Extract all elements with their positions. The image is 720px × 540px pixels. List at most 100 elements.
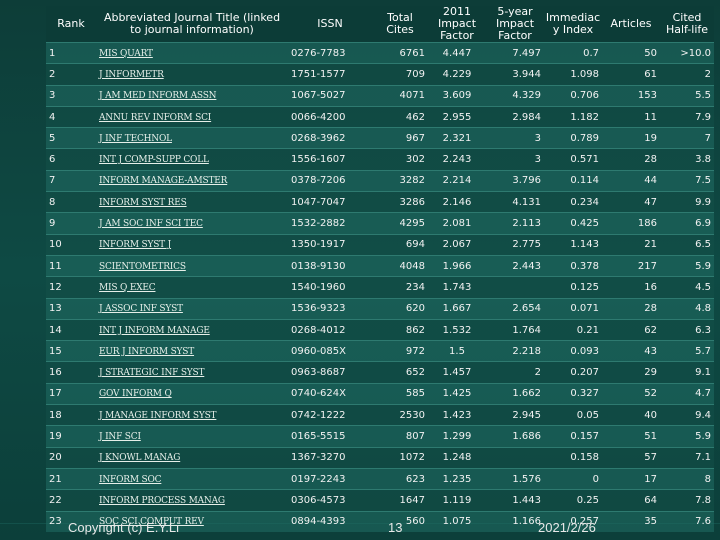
journal-link[interactable]: J KNOWL MANAG [99,453,180,463]
cell-five-year-impact [486,446,544,469]
journal-link[interactable]: EUR J INFORM SYST [99,347,194,357]
cell-issn: 1556-1607 [288,148,372,171]
cell-total-cites: 862 [372,318,428,341]
cell-impact-factor: 1.299 [428,425,486,448]
cell-rank: 13 [46,297,96,320]
cell-impact-factor: 2.955 [428,105,486,128]
cell-five-year-impact: 2.113 [486,212,544,235]
cell-articles: 11 [602,105,660,128]
cell-cited-half-life: 5.9 [660,425,714,448]
cell-articles: 29 [602,361,660,384]
journal-link[interactable]: INFORM SYST RES [99,198,187,208]
cell-issn: 0306-4573 [288,489,372,512]
journal-link[interactable]: J AM SOC INF SCI TEC [99,219,203,229]
cell-cited-half-life: >10.0 [660,41,714,64]
cell-impact-factor: 1.425 [428,382,486,405]
cell-immediacy-index: 0.234 [544,191,602,213]
cell-issn: 0742-1222 [288,404,372,426]
cell-immediacy-index: 1.143 [544,233,602,256]
cell-journal-title: GOV INFORM Q [96,382,288,405]
cell-impact-factor: 1.667 [428,297,486,320]
cell-total-cites: 3282 [372,169,428,192]
cell-cited-half-life: 6.3 [660,318,714,341]
cell-total-cites: 2530 [372,404,428,426]
cell-rank: 16 [46,361,96,384]
table-row: 1 MIS QUART 0276-7783 6761 4.447 7.497 0.7 50 >1… [46,41,714,64]
cell-articles: 47 [602,191,660,213]
cell-articles: 28 [602,297,660,320]
cell-immediacy-index: 0.425 [544,212,602,235]
cell-rank: 18 [46,404,96,426]
journal-link[interactable]: J INFORMETR [99,70,164,80]
cell-impact-factor: 1.423 [428,404,486,426]
table-row: 2J INFORMETR 1751-1577 709 4.229 3.944 1.098 6… [46,63,714,86]
cell-journal-title: INFORM SYST J [96,233,288,256]
journal-link[interactable]: SCIENTOMETRICS [99,262,186,272]
journal-link[interactable]: J STRATEGIC INF SYST [99,368,204,378]
journal-link[interactable]: J AM MED INFORM ASSN [99,91,217,101]
table-row: 21 INFORM SOC 0197-2243 623 1.235 1.576 0 17 8 [46,467,714,490]
cell-five-year-impact: 1.686 [486,425,544,448]
cell-journal-title: SCIENTOMETRICS [96,254,288,277]
cell-immediacy-index: 0.207 [544,361,602,384]
journal-link[interactable]: GOV INFORM Q [99,389,172,399]
cell-cited-half-life: 7.1 [660,446,714,469]
cell-total-cites: 1072 [372,446,428,469]
cell-rank: 5 [46,127,96,149]
table-row: 7 INFORM MANAGE-AMSTER 0378-7206 3282 2.214 3… [46,169,714,192]
table-row: 10 INFORM SYST J 1350-1917 694 2.067 2.775 1.1… [46,233,714,256]
cell-cited-half-life: 7.6 [660,510,714,532]
journal-link[interactable]: INFORM MANAGE-AMSTER [99,176,227,186]
cell-five-year-impact: 2.775 [486,233,544,256]
cell-journal-title: J INFORMETR [96,63,288,86]
journal-link[interactable]: ANNU REV INFORM SCI [99,113,211,123]
journal-link[interactable]: INFORM SYST J [99,240,171,250]
cell-issn: 0378-7206 [288,169,372,192]
cell-rank: 2 [46,63,96,86]
cell-issn: 1047-7047 [288,191,372,213]
cell-issn: 1540-1960 [288,276,372,299]
table-row: 22 INFORM PROCESS MANAG 0306-4573 1647 1.119… [46,489,714,512]
journal-link[interactable]: J INF TECHNOL [99,134,172,144]
cell-total-cites: 3286 [372,191,428,213]
table-row: 3J AM MED INFORM ASSN 1067-5027 4071 3.609 4… [46,84,714,107]
cell-journal-title: J MANAGE INFORM SYST [96,404,288,426]
cell-five-year-impact: 2 [486,361,544,384]
cell-five-year-impact: 1.576 [486,467,544,490]
journal-link[interactable]: INT J INFORM MANAGE [99,326,210,336]
cell-rank: 17 [46,382,96,405]
journal-link[interactable]: J ASSOC INF SYST [99,304,183,314]
cell-cited-half-life: 5.7 [660,340,714,362]
cell-cited-half-life: 6.9 [660,212,714,235]
cell-cited-half-life: 8 [660,467,714,490]
cell-articles: 21 [602,233,660,256]
cell-impact-factor: 1.966 [428,254,486,277]
journal-link[interactable]: J INF SCI [99,432,141,442]
table-row: 19 J INF SCI 0165-5515 807 1.299 1.686 0.157 51… [46,425,714,448]
journal-link[interactable]: INFORM PROCESS MANAG [99,496,225,506]
journal-link[interactable]: MIS Q EXEC [99,283,156,293]
header-impact-factor: 2011 Impact Factor [428,6,486,43]
cell-cited-half-life: 5.5 [660,84,714,107]
cell-cited-half-life: 6.5 [660,233,714,256]
cell-issn: 0197-2243 [288,467,372,490]
cell-cited-half-life: 7.5 [660,169,714,192]
cell-total-cites: 4071 [372,84,428,107]
cell-impact-factor: 1.119 [428,489,486,512]
cell-five-year-impact: 2.945 [486,404,544,426]
cell-impact-factor: 2.321 [428,127,486,149]
cell-rank: 11 [46,254,96,277]
table-row: 13 J ASSOC INF SYST 1536-9323 620 1.667 2.654… [46,297,714,320]
journal-link[interactable]: INFORM SOC [99,475,162,485]
table-row: 14 INT J INFORM MANAGE 0268-4012 862 1.532 1.… [46,318,714,341]
cell-articles: 153 [602,84,660,107]
cell-articles: 16 [602,276,660,299]
cell-immediacy-index: 0.21 [544,318,602,341]
cell-cited-half-life: 4.5 [660,276,714,299]
cell-impact-factor: 1.743 [428,276,486,299]
cell-issn: 0268-3962 [288,127,372,149]
journal-link[interactable]: INT J COMP-SUPP COLL [99,155,209,165]
journal-link[interactable]: MIS QUART [99,49,153,59]
journal-link[interactable]: J MANAGE INFORM SYST [99,411,217,421]
cell-articles: 35 [602,510,660,532]
